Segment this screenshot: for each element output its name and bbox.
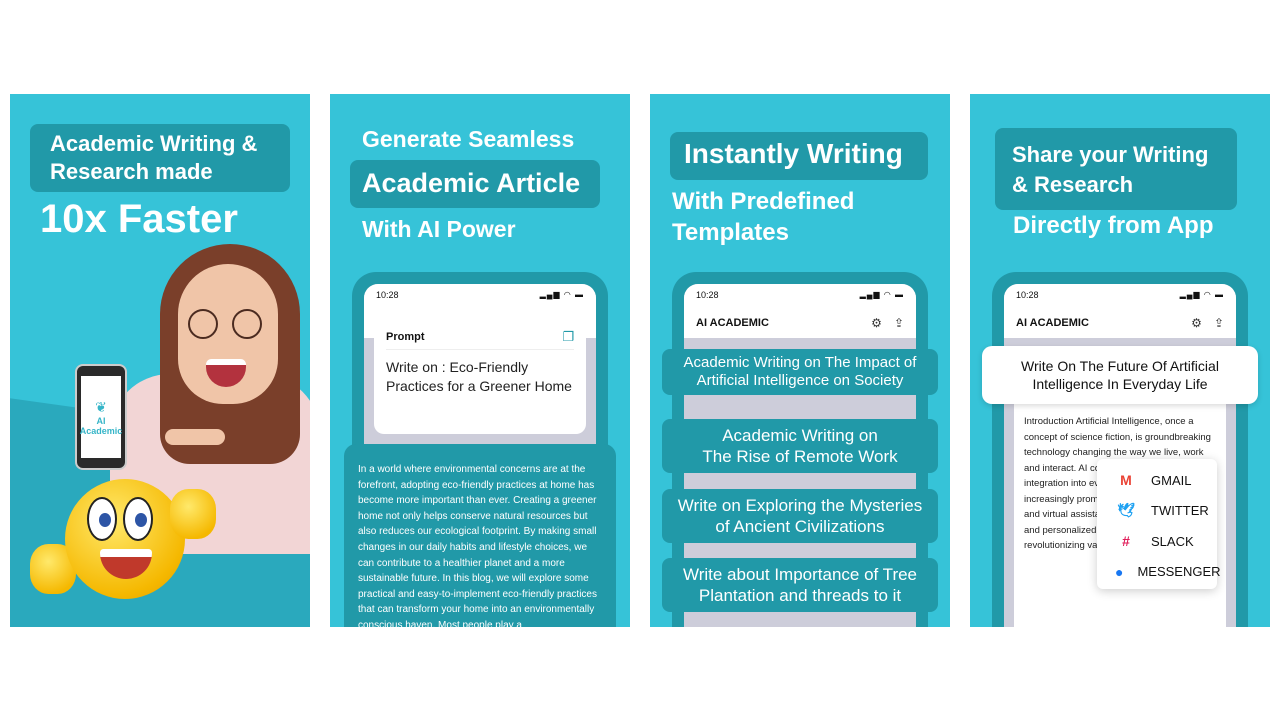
- tag-line-1: Academic Writing &: [50, 131, 258, 156]
- twitter-icon: 🕊: [1117, 502, 1135, 519]
- template-item[interactable]: Academic Writing on The Impact of Artifi…: [662, 349, 938, 395]
- glasses-icon: [188, 309, 218, 339]
- share-label: TWITTER: [1151, 503, 1209, 519]
- phone-app-name-2: Academic: [79, 425, 123, 436]
- headline-10x-faster: 10x Faster: [40, 197, 238, 241]
- status-time: 10:28: [1016, 290, 1039, 300]
- headline-tag: Share your Writing & Research: [995, 128, 1237, 210]
- template-line: of Ancient Civilizations: [715, 517, 885, 536]
- topic-line: Intelligence In Everyday Life: [1032, 376, 1208, 392]
- gear-icon[interactable]: ⚙: [1191, 316, 1202, 330]
- status-bar: 10:28 ▂▄▆ ◠ ▬: [1004, 284, 1236, 308]
- winking-emoji-icon: [65, 479, 185, 599]
- template-line: Write on Exploring the Mysteries: [677, 496, 923, 515]
- headline-subtitle: With Predefined Templates: [672, 186, 854, 248]
- tag-line-1: Share your Writing: [1012, 142, 1209, 167]
- gmail-icon: M: [1120, 472, 1132, 489]
- phone-app-name: AI: [96, 415, 106, 426]
- headline-tag: Academic Writing & Research made: [30, 124, 290, 192]
- topic-card[interactable]: Write On The Future Of Artificial Intell…: [982, 346, 1258, 404]
- template-line: Plantation and threads to it: [698, 586, 902, 605]
- thumbs-up-icon: [170, 489, 216, 539]
- promo-panel-2: Generate Seamless Academic Article With …: [330, 94, 630, 627]
- status-bar: 10:28 ▂▄▆ ◠ ▬: [364, 284, 596, 308]
- promo-panel-4: Share your Writing & Research Directly f…: [970, 94, 1270, 627]
- template-item[interactable]: Write on Exploring the Mysteries of Anci…: [662, 489, 938, 543]
- generated-article: In a world where environmental concerns …: [344, 444, 616, 627]
- tag-line-2: Research made: [50, 159, 213, 184]
- template-line: The Rise of Remote Work: [702, 447, 898, 466]
- promo-panel-1: Academic Writing & Research made 10x Fas…: [10, 94, 310, 627]
- template-line: Artificial Intelligence on Society: [696, 372, 904, 389]
- slack-icon: #: [1122, 533, 1130, 550]
- template-line: Academic Writing on The Impact of: [683, 354, 917, 371]
- app-bar: AI ACADEMIC ⚙ ⇪: [684, 308, 916, 338]
- headline-subtitle: Directly from App: [1013, 212, 1214, 239]
- prompt-label: Prompt: [386, 330, 425, 343]
- status-bar: 10:28 ▂▄▆ ◠ ▬: [684, 284, 916, 308]
- app-title: AI ACADEMIC: [1016, 317, 1089, 329]
- glasses-icon: [232, 309, 262, 339]
- share-menu: M GMAIL 🕊 TWITTER # SLACK ● MESSENGER: [1097, 459, 1221, 589]
- share-slack[interactable]: # SLACK: [1097, 526, 1217, 557]
- messenger-icon: ●: [1115, 563, 1124, 580]
- app-title: AI ACADEMIC: [696, 317, 769, 329]
- share-label: MESSENGER: [1137, 564, 1221, 580]
- signal-wifi-battery-icon: ▂▄▆ ◠ ▬: [539, 290, 584, 299]
- tag-line-2: & Research: [1012, 172, 1134, 197]
- template-line: Academic Writing on: [722, 426, 878, 445]
- headline-line-3: With AI Power: [362, 216, 516, 242]
- topic-line: Write On The Future Of Artificial: [1021, 358, 1219, 374]
- status-time: 10:28: [376, 290, 399, 300]
- share-twitter[interactable]: 🕊 TWITTER: [1097, 496, 1217, 527]
- template-line: Write about Importance of Tree: [682, 565, 918, 584]
- share-label: SLACK: [1151, 533, 1194, 549]
- headline-line-1: Generate Seamless: [362, 126, 575, 152]
- template-item[interactable]: Academic Writing on The Rise of Remote W…: [662, 419, 938, 473]
- share-messenger[interactable]: ● MESSENGER: [1097, 557, 1221, 588]
- book-logo-icon: ❦: [95, 398, 107, 415]
- headline-tag: Instantly Writing: [670, 132, 928, 180]
- subtitle-line-2: Templates: [672, 219, 789, 246]
- signal-wifi-battery-icon: ▂▄▆ ◠ ▬: [859, 290, 904, 299]
- promo-panel-3: Instantly Writing With Predefined Templa…: [650, 94, 950, 627]
- prompt-card: Prompt ❐ Write on : Eco-Friendly Practic…: [374, 314, 586, 434]
- copy-icon[interactable]: ❐: [562, 329, 574, 345]
- share-icon[interactable]: ⇪: [1214, 316, 1224, 330]
- subtitle-line-1: With Predefined: [672, 188, 855, 215]
- template-item[interactable]: Write about Importance of Tree Plantatio…: [662, 558, 938, 612]
- share-icon[interactable]: ⇪: [894, 316, 904, 330]
- signal-wifi-battery-icon: ▂▄▆ ◠ ▬: [1179, 290, 1224, 299]
- pointing-hand: [165, 429, 225, 445]
- phone-mockup: ❦ AI Academic: [75, 364, 127, 470]
- prompt-text[interactable]: Write on : Eco-Friendly Practices for a …: [386, 358, 574, 396]
- share-label: GMAIL: [1151, 472, 1192, 488]
- app-bar: AI ACADEMIC ⚙ ⇪: [1004, 308, 1236, 338]
- share-gmail[interactable]: M GMAIL: [1097, 465, 1217, 496]
- gear-icon[interactable]: ⚙: [871, 316, 882, 330]
- headline-tag: Academic Article: [350, 160, 600, 208]
- status-time: 10:28: [696, 290, 719, 300]
